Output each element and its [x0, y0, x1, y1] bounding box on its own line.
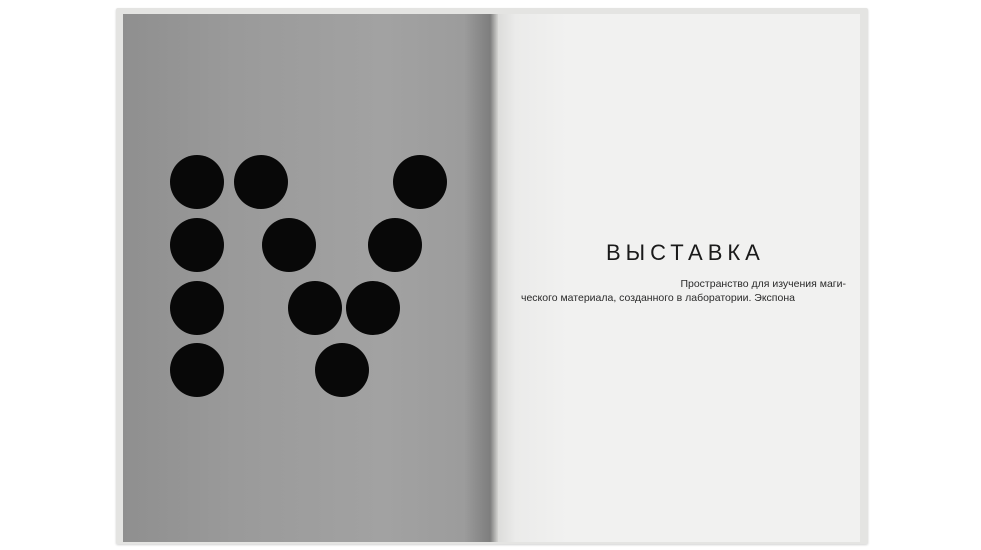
book-spread: ВЫСТАВКА Пространство для изучения маги-… — [0, 0, 981, 550]
dot — [288, 281, 342, 335]
body-text: Пространство для изучения маги- ческого … — [521, 277, 846, 305]
dot — [170, 343, 224, 397]
body-text-line-1: Пространство для изучения маги- — [680, 278, 846, 290]
book-gutter — [490, 14, 498, 542]
dot — [368, 218, 422, 272]
dot — [315, 343, 369, 397]
dot — [170, 218, 224, 272]
dot — [170, 281, 224, 335]
dot — [234, 155, 288, 209]
body-text-line-2: ческого материала, созданного в лаборато… — [521, 292, 795, 304]
page-heading: ВЫСТАВКА — [606, 240, 765, 265]
dot — [170, 155, 224, 209]
dot — [346, 281, 400, 335]
dot — [262, 218, 316, 272]
dot — [393, 155, 447, 209]
left-page — [123, 14, 494, 542]
